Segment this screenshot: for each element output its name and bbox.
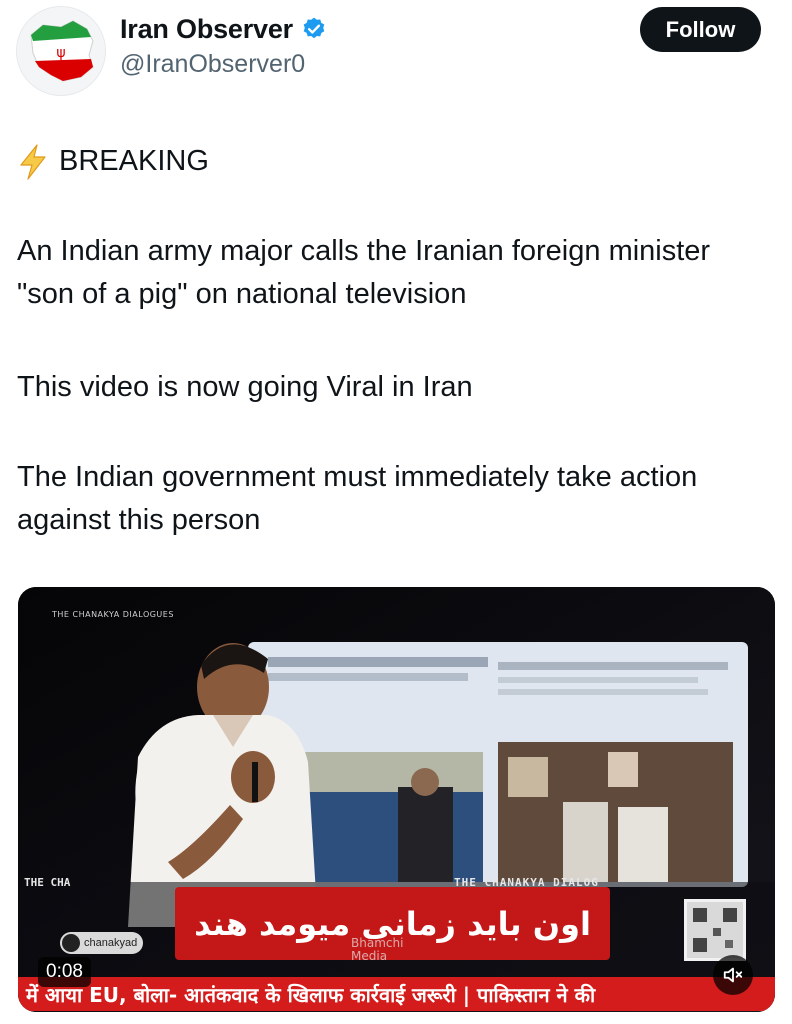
qr-code-icon — [684, 899, 746, 961]
breaking-line: BREAKING — [17, 140, 209, 183]
video-timestamp: 0:08 — [38, 957, 91, 987]
author-display-name[interactable]: Iran Observer — [120, 14, 293, 45]
tweet-header: ψ Iran Observer @IranObserver0 Follow — [0, 0, 792, 110]
author-avatar[interactable]: ψ — [16, 6, 106, 96]
channel-badge-label: chanakyad — [84, 937, 138, 949]
media-watermark-line-2: Media — [351, 949, 388, 963]
tweet-paragraph-2: This video is now going Viral in Iran — [17, 371, 473, 403]
news-ticker-text: में आया EU, बोला- आतंकवाद के खिलाफ कार्र… — [26, 982, 596, 1007]
svg-text:ψ: ψ — [56, 45, 65, 61]
lightning-bolt-icon — [20, 143, 46, 180]
show-brand-left: THE CHA — [24, 876, 71, 889]
speaker-muted-icon — [723, 967, 743, 983]
news-ticker: में आया EU, बोला- आतंकवाद के खिलाफ कार्र… — [18, 977, 775, 1011]
tweet-paragraph-1: An Indian army major calls the Iranian f… — [17, 235, 711, 310]
media-watermark: Bhamchi Media — [351, 937, 403, 963]
show-watermark-top: THE CHANAKYA DIALOGUES — [52, 610, 174, 619]
verified-badge-icon — [303, 17, 325, 39]
iran-flag-map-icon: ψ — [17, 7, 105, 95]
author-name-row: Iran Observer — [120, 12, 327, 46]
mute-button[interactable] — [713, 955, 753, 995]
channel-logo-icon — [62, 934, 80, 952]
breaking-label: BREAKING — [59, 145, 209, 177]
video-player[interactable]: THE CHANAKYA DIALOGUES THE CHA THE CHANA… — [18, 587, 775, 1012]
tweet-paragraph-3: The Indian government must immediately t… — [17, 461, 698, 536]
channel-badge: chanakyad — [60, 932, 144, 954]
follow-button[interactable]: Follow — [640, 7, 761, 52]
author-handle[interactable]: @IranObserver0 — [120, 50, 305, 79]
